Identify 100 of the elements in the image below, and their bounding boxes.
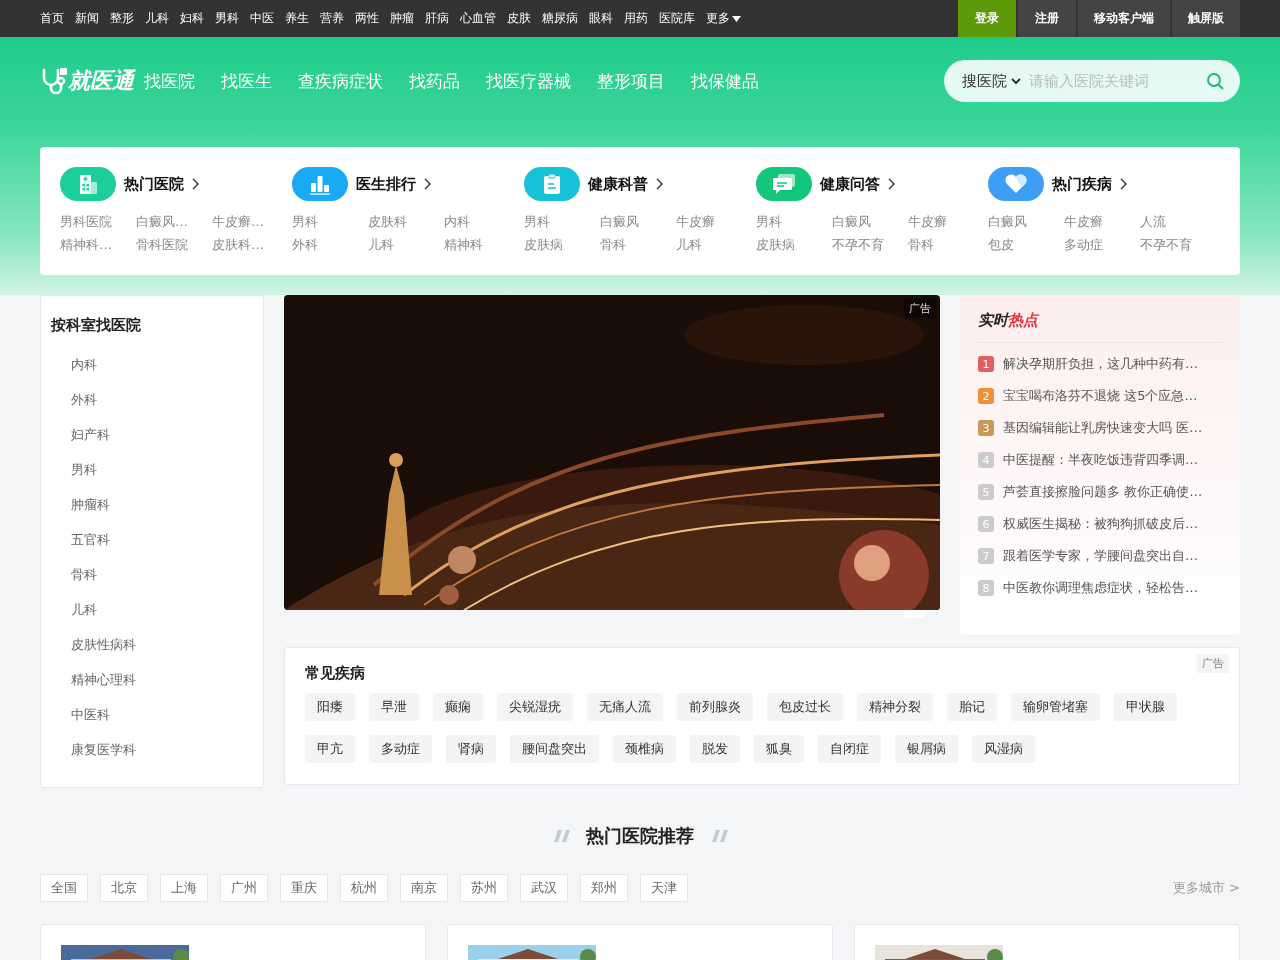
top-nav-link[interactable]: 中医	[250, 10, 274, 27]
category-title-link[interactable]: 健康科普	[588, 174, 648, 194]
department-link[interactable]: 儿科	[51, 592, 253, 627]
department-link[interactable]: 妇产科	[51, 417, 253, 452]
category-link[interactable]: 不孕不育	[1140, 236, 1216, 254]
city-tab[interactable]: 全国	[40, 874, 88, 902]
disease-tag[interactable]: 脱发	[690, 735, 740, 763]
category-link[interactable]: 牛皮癣	[676, 213, 752, 231]
disease-tag[interactable]: 尖锐湿疣	[497, 693, 573, 721]
top-nav-link[interactable]: 妇科	[180, 10, 204, 27]
news-link[interactable]: 中医提醒：半夜吃饭违背四季调…	[1003, 451, 1198, 469]
disease-tag[interactable]: 癫痫	[433, 693, 483, 721]
category-title-link[interactable]: 医生排行	[356, 174, 416, 194]
search-field[interactable]: 搜医院 请输入医院关键词	[944, 60, 1240, 102]
department-link[interactable]: 皮肤性病科	[51, 627, 253, 662]
category-link[interactable]: 精神科…	[60, 236, 136, 254]
search-icon[interactable]	[1206, 72, 1224, 90]
category-link[interactable]: 皮肤病	[756, 236, 832, 254]
search-scope-dropdown[interactable]: 搜医院	[962, 71, 1021, 91]
news-link[interactable]: 权威医生揭秘：被狗狗抓破皮后…	[1003, 515, 1198, 533]
disease-tag[interactable]: 早泄	[369, 693, 419, 721]
category-link[interactable]: 男科	[292, 213, 368, 231]
category-link[interactable]: 白癜风	[600, 213, 676, 231]
top-nav-link[interactable]: 养生	[285, 10, 309, 27]
disease-tag[interactable]: 阳痿	[305, 693, 355, 721]
top-nav-link[interactable]: 糖尿病	[542, 10, 578, 27]
category-link[interactable]: 皮肤病	[524, 236, 600, 254]
category-link[interactable]: 皮肤科	[368, 213, 444, 231]
department-link[interactable]: 康复医学科	[51, 732, 253, 767]
department-link[interactable]: 中医科	[51, 697, 253, 732]
category-link[interactable]: 男科医院	[60, 213, 136, 231]
news-link[interactable]: 中医教你调理焦虑症状，轻松告…	[1003, 579, 1198, 597]
top-nav-link[interactable]: 儿科	[145, 10, 169, 27]
category-link[interactable]: 儿科	[368, 236, 444, 254]
account-button[interactable]: 登录	[958, 0, 1016, 37]
science-icon[interactable]	[524, 167, 580, 201]
disease-icon[interactable]	[988, 167, 1044, 201]
category-link[interactable]: 外科	[292, 236, 368, 254]
disease-tag[interactable]: 风湿病	[972, 735, 1035, 763]
top-nav-link[interactable]: 心血管	[460, 10, 496, 27]
category-link[interactable]: 白癜风	[988, 213, 1064, 231]
top-nav-link[interactable]: 整形	[110, 10, 134, 27]
category-link[interactable]: 牛皮癣…	[212, 213, 288, 231]
disease-tag[interactable]: 前列腺炎	[677, 693, 753, 721]
category-link[interactable]: 包皮	[988, 236, 1064, 254]
disease-tag[interactable]: 输卵管堵塞	[1011, 693, 1100, 721]
top-nav-link[interactable]: 营养	[320, 10, 344, 27]
qa-icon[interactable]	[756, 167, 812, 201]
category-link[interactable]: 内科	[444, 213, 520, 231]
more-link[interactable]: 更多	[706, 10, 741, 27]
top-nav-link[interactable]: 用药	[624, 10, 648, 27]
city-tab[interactable]: 郑州	[580, 874, 628, 902]
top-nav-link[interactable]: 新闻	[75, 10, 99, 27]
disease-tag[interactable]: 精神分裂	[857, 693, 933, 721]
top-nav-link[interactable]: 男科	[215, 10, 239, 27]
disease-tag[interactable]: 肾病	[446, 735, 496, 763]
category-link[interactable]: 男科	[756, 213, 832, 231]
city-tab[interactable]: 武汉	[520, 874, 568, 902]
category-link[interactable]: 人流	[1140, 213, 1216, 231]
city-tab[interactable]: 重庆	[280, 874, 328, 902]
news-link[interactable]: 跟着医学专家，学腰间盘突出自…	[1003, 547, 1198, 565]
category-title-link[interactable]: 健康问答	[820, 174, 880, 194]
category-link[interactable]: 男科	[524, 213, 600, 231]
top-nav-link[interactable]: 皮肤	[507, 10, 531, 27]
account-button[interactable]: 注册	[1018, 0, 1076, 37]
disease-tag[interactable]: 甲亢	[305, 735, 355, 763]
category-link[interactable]: 牛皮癣	[908, 213, 984, 231]
category-link[interactable]: 精神科	[444, 236, 520, 254]
disease-tag[interactable]: 银屑病	[895, 735, 958, 763]
disease-tag[interactable]: 狐臭	[754, 735, 804, 763]
department-link[interactable]: 肿瘤科	[51, 487, 253, 522]
department-link[interactable]: 男科	[51, 452, 253, 487]
category-link[interactable]: 牛皮癣	[1064, 213, 1140, 231]
category-link[interactable]: 骨科	[908, 236, 984, 254]
ranking-icon[interactable]	[292, 167, 348, 201]
category-link[interactable]: 多动症	[1064, 236, 1140, 254]
category-title-link[interactable]: 热门疾病	[1052, 174, 1112, 194]
top-nav-link[interactable]: 两性	[355, 10, 379, 27]
disease-tag[interactable]: 多动症	[369, 735, 432, 763]
disease-tag[interactable]: 腰间盘突出	[510, 735, 599, 763]
department-link[interactable]: 五官科	[51, 522, 253, 557]
account-button[interactable]: 触屏版	[1172, 0, 1240, 37]
top-nav-link[interactable]: 肝病	[425, 10, 449, 27]
account-button[interactable]: 移动客户端	[1078, 0, 1170, 37]
city-tab[interactable]: 苏州	[460, 874, 508, 902]
city-tab[interactable]: 北京	[100, 874, 148, 902]
department-link[interactable]: 内科	[51, 347, 253, 382]
news-link[interactable]: 芦荟直接擦脸问题多 教你正确使…	[1003, 483, 1203, 501]
category-link[interactable]: 白癜风…	[136, 213, 212, 231]
disease-tag[interactable]: 包皮过长	[767, 693, 843, 721]
top-nav-link[interactable]: 首页	[40, 10, 64, 27]
department-link[interactable]: 精神心理科	[51, 662, 253, 697]
city-tab[interactable]: 广州	[220, 874, 268, 902]
category-link[interactable]: 骨科医院	[136, 236, 212, 254]
hospital-icon[interactable]	[60, 167, 116, 201]
news-link[interactable]: 解决孕期肝负担，这几种中药有…	[1003, 355, 1198, 373]
category-title-link[interactable]: 热门医院	[124, 174, 184, 194]
department-link[interactable]: 骨科	[51, 557, 253, 592]
category-link[interactable]: 儿科	[676, 236, 752, 254]
city-tab[interactable]: 天津	[640, 874, 688, 902]
